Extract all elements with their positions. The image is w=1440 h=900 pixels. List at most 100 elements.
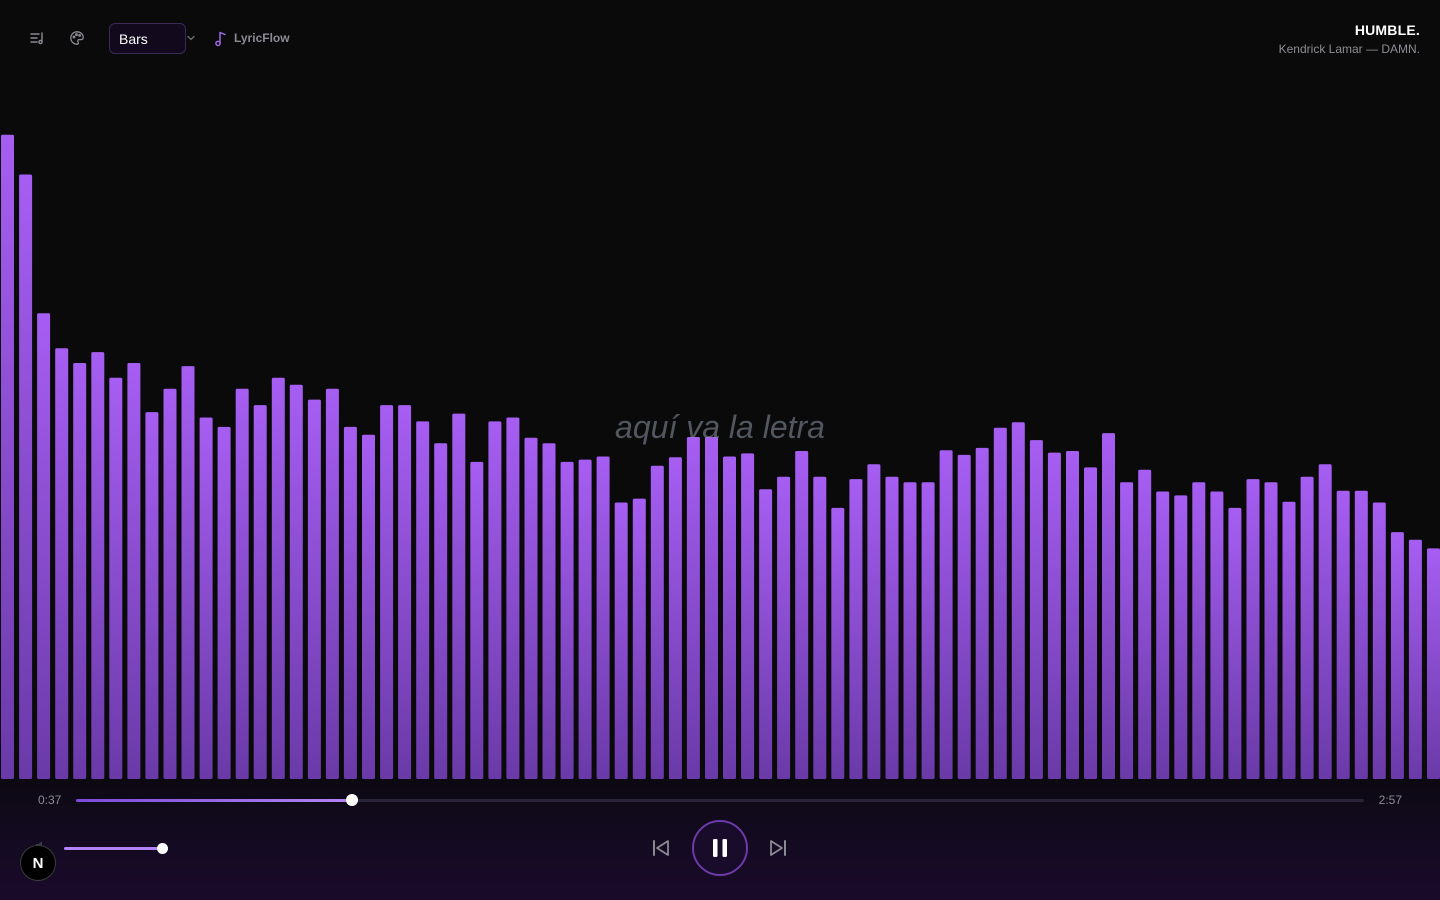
- visualizer-bar: [1318, 464, 1332, 779]
- visualizer-bar: [506, 417, 520, 779]
- visualizer-bar: [885, 476, 899, 779]
- visualizer-bar: [759, 489, 773, 779]
- visualizer-bar: [1354, 490, 1368, 779]
- visualizer-bar: [650, 465, 664, 779]
- visualizer-bar: [289, 384, 303, 779]
- visualizer-bar: [524, 437, 538, 779]
- visualizer-bar: [416, 421, 430, 779]
- visualizer-bar: [849, 479, 863, 779]
- visualizer-bar: [993, 427, 1007, 779]
- visualizer-bar: [668, 457, 682, 779]
- visualizer-bar: [199, 417, 213, 779]
- visualizer-bar: [686, 437, 700, 779]
- pause-icon: [713, 839, 727, 857]
- visualizer-bar: [741, 453, 755, 779]
- visualizer-bar: [813, 476, 827, 779]
- mode-select-value: Bars: [119, 30, 148, 47]
- player-bar: 0:37 2:57 N: [0, 779, 1440, 900]
- chevron-down-icon[interactable]: [185, 32, 197, 44]
- visualizer-bar: [1156, 491, 1170, 779]
- visualizer-bar: [1408, 539, 1422, 779]
- badge-label: N: [32, 854, 44, 872]
- visualizer-bar: [921, 482, 935, 779]
- total-time: 2:57: [1378, 793, 1402, 807]
- visualizer-bar: [380, 405, 394, 779]
- visualizer-bar: [777, 476, 791, 779]
- visualizer-bar: [1427, 548, 1440, 779]
- bars-canvas: [1, 134, 1440, 779]
- visualizer-bar: [488, 421, 502, 779]
- visualizer-bar: [1228, 507, 1242, 779]
- visualizer-bar: [145, 412, 159, 779]
- visualizer-bar: [1, 134, 14, 779]
- track-info: HUMBLE. Kendrick Lamar — DAMN.: [1279, 22, 1420, 56]
- visualizer-bar: [1029, 440, 1043, 779]
- palette-icon[interactable]: [67, 28, 87, 48]
- visualizer-bar: [398, 405, 412, 779]
- visualizer-bar: [343, 426, 357, 779]
- lyrics-list-icon[interactable]: [27, 28, 47, 48]
- visualizer-bar: [614, 502, 628, 779]
- play-pause-button[interactable]: [692, 820, 748, 876]
- next-button[interactable]: [767, 837, 789, 859]
- visualizer-bar: [19, 174, 33, 779]
- visualizer-bar: [452, 413, 466, 779]
- visualizer-bar: [1300, 476, 1314, 779]
- visualizer-bar: [723, 456, 736, 779]
- visualizer-bar: [55, 348, 69, 779]
- visualizer-bar: [1246, 479, 1260, 779]
- visualizer-bar: [1390, 532, 1404, 779]
- track-title: HUMBLE.: [1354, 22, 1420, 38]
- previous-button[interactable]: [650, 837, 672, 859]
- visualizer-bar: [578, 459, 592, 779]
- visualizer-bar: [795, 451, 809, 779]
- visualizer-bar: [1047, 452, 1061, 779]
- skip-previous-icon: [653, 840, 669, 856]
- nextjs-badge[interactable]: N: [20, 845, 56, 881]
- volume-fill: [64, 847, 162, 850]
- volume-handle[interactable]: [157, 843, 168, 854]
- visualizer-bar: [1102, 433, 1115, 779]
- visualizer-bar: [73, 363, 87, 779]
- volume-slider[interactable]: [64, 843, 168, 854]
- visualizer-bar: [1138, 469, 1152, 779]
- visualizer-bar: [1264, 482, 1278, 779]
- visualizer-mode-select[interactable]: Bars: [109, 23, 186, 54]
- visualizer-bar: [362, 434, 375, 779]
- visualizer-bar: [939, 450, 953, 779]
- visualizer-bar: [1011, 422, 1025, 779]
- progress-handle[interactable]: [345, 794, 358, 806]
- visualizer-bar: [307, 399, 321, 779]
- visualizer-bar: [109, 377, 123, 779]
- visualizer-bar: [1336, 490, 1350, 779]
- visualizer-bar: [470, 461, 484, 779]
- visualizer-bar: [975, 447, 989, 779]
- brand-name: LyricFlow: [234, 31, 290, 45]
- visualizer-bar: [434, 443, 448, 779]
- visualizer-bar: [1192, 482, 1206, 779]
- visualizer-bar: [271, 377, 285, 779]
- visualizer-bar: [1066, 451, 1079, 779]
- visualizer-bar: [1084, 467, 1097, 779]
- visualizer-bar: [325, 388, 339, 779]
- visualizer-bar: [217, 426, 231, 779]
- visualizer-bar: [127, 363, 141, 779]
- visualizer-bar: [163, 388, 177, 779]
- visualizer-bar: [1282, 501, 1296, 779]
- visualizer-bar: [1174, 495, 1188, 779]
- visualizer-bar: [705, 437, 718, 779]
- bars-visualizer: [0, 0, 1440, 779]
- music-note-icon: [215, 31, 226, 46]
- progress-bar[interactable]: [76, 794, 1364, 806]
- visualizer-bar: [867, 464, 881, 779]
- visualizer-bar: [1120, 482, 1134, 779]
- visualizer-bar: [253, 405, 267, 779]
- skip-next-icon: [770, 840, 786, 856]
- visualizer-bar: [831, 507, 845, 779]
- brand: LyricFlow: [213, 29, 290, 47]
- visualizer-bar: [1210, 491, 1224, 779]
- visualizer-bar: [1372, 502, 1386, 779]
- visualizer-bar: [37, 313, 51, 779]
- visualizer-bar: [903, 482, 917, 779]
- visualizer-bar: [91, 352, 105, 779]
